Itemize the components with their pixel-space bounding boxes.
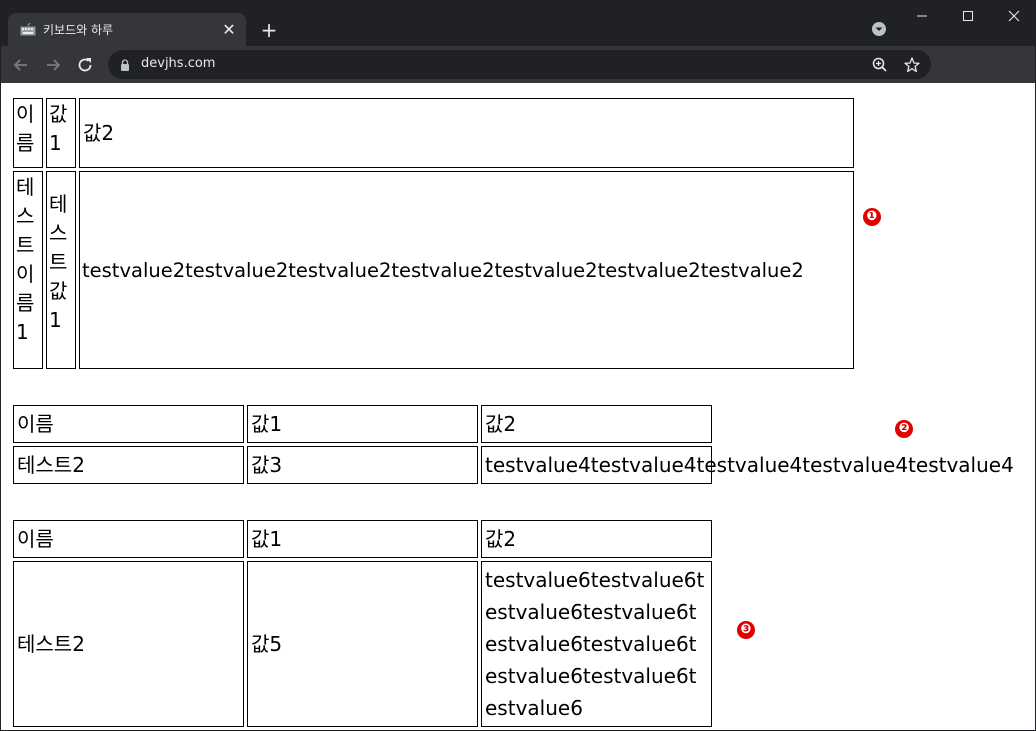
table-header-cell: 값1 [247, 405, 478, 443]
table-header-cell: 값1 [46, 98, 76, 168]
table-header-cell: 이름 [13, 98, 43, 168]
table-cell: 값3 [247, 446, 478, 484]
lock-icon [121, 59, 129, 71]
back-arrow-icon[interactable] [11, 55, 31, 75]
table-header-cell: 값2 [481, 520, 712, 558]
table-cell: 테스트값1 [46, 171, 76, 369]
minimize-icon[interactable] [899, 1, 945, 31]
browser-window: 키보드와 하루 ✕ + devjhs.com 이름 값1 값2 테스트이름1 테… [0, 0, 1036, 731]
keyboard-favicon-icon [20, 23, 36, 36]
tab-title: 키보드와 하루 [43, 23, 114, 37]
table-cell: 테스트이름1 [13, 171, 43, 369]
url-text: devjhs.com [141, 56, 216, 71]
tab-search-icon[interactable] [871, 21, 887, 37]
table-header-cell: 값1 [247, 520, 478, 558]
table-cell: testvalue2testvalue2testvalue2testvalue2… [79, 171, 854, 369]
maximize-icon[interactable] [945, 1, 991, 31]
plus-icon[interactable]: + [258, 19, 280, 41]
zoom-icon[interactable] [871, 56, 889, 74]
star-icon[interactable] [903, 56, 921, 74]
marker-1: ❶ [863, 208, 881, 226]
table-header-cell: 이름 [13, 520, 244, 558]
reload-icon[interactable] [75, 55, 95, 75]
table-header-cell: 값2 [79, 98, 854, 168]
table-header-cell: 값2 [481, 405, 712, 443]
tab-strip: 키보드와 하루 ✕ + [1, 1, 1035, 46]
close-window-icon[interactable] [991, 1, 1035, 31]
table-cell-wrapped: testvalue6testvalue6testvalue6testvalue6… [481, 561, 712, 727]
marker-3: ❸ [737, 621, 755, 639]
forward-arrow-icon[interactable] [43, 55, 63, 75]
marker-2: ❷ [895, 420, 913, 438]
browser-toolbar: devjhs.com [1, 46, 1035, 83]
browser-tab[interactable]: 키보드와 하루 ✕ [8, 13, 246, 46]
table-header-cell: 이름 [13, 405, 244, 443]
close-icon[interactable]: ✕ [221, 22, 237, 38]
table-cell: 테스트2 [13, 561, 244, 727]
table-cell-overflow: testvalue4testvalue4testvalue4testvalue4… [481, 446, 1014, 484]
page-content: 이름 값1 값2 테스트이름1 테스트값1 testvalue2testvalu… [1, 83, 1035, 730]
table-cell: 값5 [247, 561, 478, 727]
table-cell: 테스트2 [13, 446, 244, 484]
address-bar[interactable]: devjhs.com [108, 50, 931, 79]
